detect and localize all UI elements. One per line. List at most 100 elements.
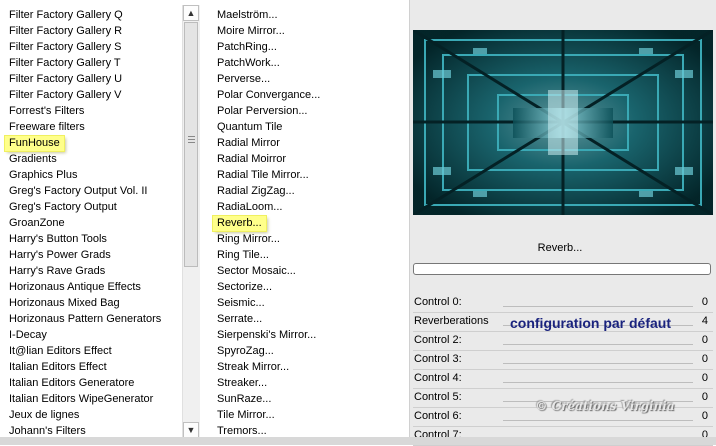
category-item[interactable]: Freeware filters xyxy=(7,119,161,135)
effect-item[interactable]: Streaker... xyxy=(215,375,320,391)
effect-item-label: SunRaze... xyxy=(217,393,272,405)
category-item[interactable]: Filter Factory Gallery U xyxy=(7,71,161,87)
category-item[interactable]: Forrest's Filters xyxy=(7,103,161,119)
category-item-label: Harry's Button Tools xyxy=(9,233,107,245)
scroll-thumb[interactable] xyxy=(184,22,198,267)
category-item[interactable]: GroanZone xyxy=(7,215,161,231)
control-slider[interactable] xyxy=(503,382,693,383)
effect-item[interactable]: Radial ZigZag... xyxy=(215,183,320,199)
category-item[interactable]: Italian Editors Effect xyxy=(7,359,161,375)
category-item-label: Horizonaus Pattern Generators xyxy=(9,313,162,325)
category-item[interactable]: Horizonaus Antique Effects xyxy=(7,279,161,295)
control-row[interactable]: Control 3: 0 xyxy=(413,351,713,370)
category-item[interactable]: Horizonaus Pattern Generators xyxy=(7,311,161,327)
category-item[interactable]: Filter Factory Gallery T xyxy=(7,55,161,71)
effect-item-label: Perverse... xyxy=(217,73,271,85)
effect-item-label: Quantum Tile xyxy=(217,121,283,133)
effect-item[interactable]: Ring Mirror... xyxy=(215,231,320,247)
control-slider[interactable] xyxy=(503,363,693,364)
effect-item[interactable]: SpyroZag... xyxy=(215,343,320,359)
control-row[interactable]: Control 0: 0 xyxy=(413,294,713,313)
category-item[interactable]: Italian Editors Generatore xyxy=(7,375,161,391)
effect-item-label: Polar Convergance... xyxy=(217,89,321,101)
effect-item[interactable]: Sector Mosaic... xyxy=(215,263,320,279)
control-value: 0 xyxy=(701,334,708,346)
control-label: Reverberations xyxy=(414,315,489,327)
effect-item[interactable]: Tile Mirror... xyxy=(215,407,320,423)
effect-item-label: Sierpenski's Mirror... xyxy=(217,329,317,341)
effect-item[interactable]: Moire Mirror... xyxy=(215,23,320,39)
category-item-label: FunHouse xyxy=(4,135,65,152)
effect-item[interactable]: SunRaze... xyxy=(215,391,320,407)
category-item[interactable]: Gradients xyxy=(7,151,161,167)
category-item-label: Johann's Filters xyxy=(9,425,86,437)
category-item[interactable]: Italian Editors WipeGenerator xyxy=(7,391,161,407)
category-item-label: Freeware filters xyxy=(9,121,85,133)
control-slider[interactable] xyxy=(503,306,693,307)
category-item[interactable]: Harry's Rave Grads xyxy=(7,263,161,279)
category-item[interactable]: Horizonaus Mixed Bag xyxy=(7,295,161,311)
category-item-label: Italian Editors WipeGenerator xyxy=(9,393,154,405)
bottom-strip xyxy=(0,437,716,445)
filter-category-list[interactable]: Filter Factory Gallery Q Filter Factory G… xyxy=(0,0,200,445)
category-item[interactable]: FunHouse xyxy=(4,135,161,152)
effect-item[interactable]: Radial Mirror xyxy=(215,135,320,151)
effect-item[interactable]: Seismic... xyxy=(215,295,320,311)
effect-item[interactable]: Polar Convergance... xyxy=(215,87,320,103)
effect-item[interactable]: Radial Moirror xyxy=(215,151,320,167)
effect-item[interactable]: Maelström... xyxy=(215,7,320,23)
category-item[interactable]: It@lian Editors Effect xyxy=(7,343,161,359)
effect-item[interactable]: PatchRing... xyxy=(215,39,320,55)
preview-image xyxy=(413,30,713,215)
category-item-label: Horizonaus Mixed Bag xyxy=(9,297,120,309)
effect-item-label: Maelström... xyxy=(217,9,278,21)
effect-item[interactable]: Polar Perversion... xyxy=(215,103,320,119)
category-item[interactable]: Harry's Power Grads xyxy=(7,247,161,263)
control-value: 4 xyxy=(701,315,708,327)
annotation-note: configuration par défaut xyxy=(510,315,671,331)
control-slider[interactable] xyxy=(503,420,693,421)
category-item[interactable]: Filter Factory Gallery V xyxy=(7,87,161,103)
category-scrollbar[interactable]: ▲ ▼ xyxy=(182,5,200,438)
effect-item[interactable]: Perverse... xyxy=(215,71,320,87)
effect-item[interactable]: Reverb... xyxy=(212,215,320,232)
filter-effect-list[interactable]: Maelström... Moire Mirror... PatchRing... P… xyxy=(203,0,408,445)
effect-item[interactable]: Quantum Tile xyxy=(215,119,320,135)
effect-item-label: Seismic... xyxy=(217,297,265,309)
effect-item[interactable]: Streak Mirror... xyxy=(215,359,320,375)
arrow-down-icon[interactable]: ▼ xyxy=(183,422,199,438)
effect-item-label: RadiaLoom... xyxy=(217,201,283,213)
category-item[interactable]: Greg's Factory Output Vol. II xyxy=(7,183,161,199)
effect-item[interactable]: RadiaLoom... xyxy=(215,199,320,215)
category-item-label: Greg's Factory Output xyxy=(9,201,117,213)
category-item[interactable]: Filter Factory Gallery S xyxy=(7,39,161,55)
effect-item[interactable]: Sierpenski's Mirror... xyxy=(215,327,320,343)
effect-item[interactable]: Serrate... xyxy=(215,311,320,327)
category-item[interactable]: Greg's Factory Output xyxy=(7,199,161,215)
category-item[interactable]: Filter Factory Gallery R xyxy=(7,23,161,39)
control-value: 0 xyxy=(701,296,708,308)
control-label: Control 4: xyxy=(414,372,462,384)
control-row[interactable]: Control 2: 0 xyxy=(413,332,713,351)
category-item[interactable]: Graphics Plus xyxy=(7,167,161,183)
category-item[interactable]: Filter Factory Gallery Q xyxy=(7,7,161,23)
category-item[interactable]: I-Decay xyxy=(7,327,161,343)
category-item[interactable]: Jeux de lignes xyxy=(7,407,161,423)
control-value: 0 xyxy=(701,353,708,365)
effect-item[interactable]: Radial Tile Mirror... xyxy=(215,167,320,183)
effect-item[interactable]: Sectorize... xyxy=(215,279,320,295)
effect-item-label: Radial Tile Mirror... xyxy=(217,169,309,181)
category-item-label: Filter Factory Gallery S xyxy=(9,41,122,53)
category-item[interactable]: Harry's Button Tools xyxy=(7,231,161,247)
control-value: 0 xyxy=(701,391,708,403)
effect-item-label: Moire Mirror... xyxy=(217,25,285,37)
effect-item[interactable]: PatchWork... xyxy=(215,55,320,71)
control-slider[interactable] xyxy=(503,344,693,345)
control-row[interactable]: Control 4: 0 xyxy=(413,370,713,389)
arrow-up-icon[interactable]: ▲ xyxy=(183,5,199,21)
effect-item[interactable]: Ring Tile... xyxy=(215,247,320,263)
control-label: Control 6: xyxy=(414,410,462,422)
effect-item-label: Radial Mirror xyxy=(217,137,280,149)
category-item-label: Graphics Plus xyxy=(9,169,78,181)
control-value: 0 xyxy=(701,410,708,422)
